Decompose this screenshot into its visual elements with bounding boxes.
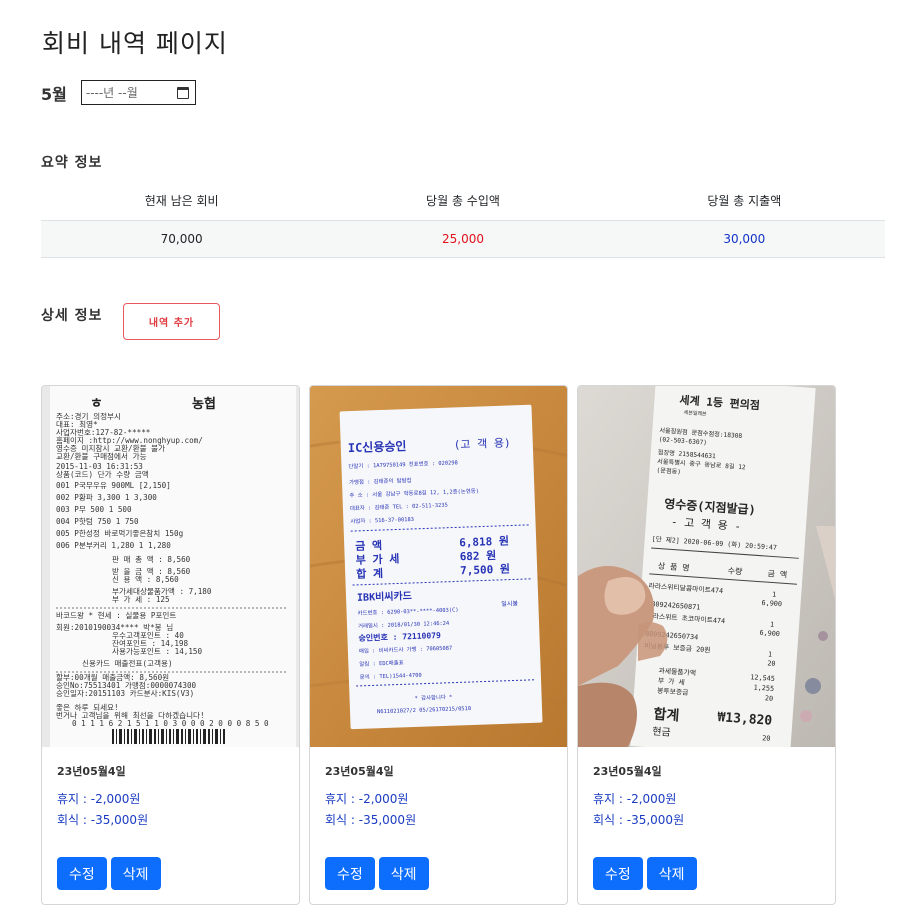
svg-text:6,818 원: 6,818 원 <box>459 534 509 550</box>
svg-text:바코드왕 * 현세 : 실물용 P포인트: 바코드왕 * 현세 : 실물용 P포인트 <box>56 610 176 620</box>
svg-text:001 P국무우유 900ML [2,150]: 001 P국무우유 900ML [2,150] <box>56 481 171 490</box>
svg-text:사용가능포인트 : 14,150: 사용가능포인트 : 14,150 <box>112 646 202 656</box>
month-input-placeholder: ----년 --월 <box>85 86 138 100</box>
svg-text:7,500 원: 7,500 원 <box>460 562 510 578</box>
svg-text:20: 20 <box>767 659 776 668</box>
svg-text:신용카드 매출전표(고객용): 신용카드 매출전표(고객용) <box>82 658 173 668</box>
svg-text:부 가 세: 부 가 세 <box>355 551 399 567</box>
receipt-header: IC신용승인 <box>348 438 407 455</box>
card-body: 23년05월4일 휴지 : -2,000원 회식 : -35,000원 수정 삭… <box>42 747 299 890</box>
edit-button[interactable]: 수정 <box>325 857 375 890</box>
expense-card: IC신용승인 (고 객 용) 단말기 : 1A79750149 전표번호 : 0… <box>309 385 568 905</box>
svg-text:6,900: 6,900 <box>761 599 782 608</box>
receipt-image: 세계 1등 편의점 세븐일레븐 서울잠원점 문점수점정:18308 (02-50… <box>578 386 835 747</box>
svg-text:682 원: 682 원 <box>459 548 496 563</box>
svg-text:합 계: 합 계 <box>356 566 383 581</box>
summary-table: 현재 남은 회비 당월 총 수입액 당월 총 지출액 70,000 25,000… <box>41 182 885 258</box>
summary-value-row: 70,000 25,000 30,000 <box>41 220 885 258</box>
card-body: 23년05월4일 휴지 : -2,000원 회식 : -35,000원 수정 삭… <box>578 747 835 890</box>
svg-text:1: 1 <box>768 650 773 658</box>
svg-text:004 P핫텀 750 1 750: 004 P핫텀 750 1 750 <box>56 516 139 526</box>
card-date: 23년05월4일 <box>57 765 126 778</box>
summary-header-expense: 당월 총 지출액 <box>603 182 885 221</box>
receipt-image: IC신용승인 (고 객 용) 단말기 : 1A79750149 전표번호 : 0… <box>310 386 567 747</box>
summary-header-row: 현재 남은 회비 당월 총 수입액 당월 총 지출액 <box>41 182 885 221</box>
card-item: 휴지 : -2,000원 <box>57 792 141 806</box>
svg-text:1,255: 1,255 <box>753 683 774 692</box>
receipt-image: ㅎ 농협 주소:경기 의정부시 대표: 최영* 사업자번호:127-82-***… <box>42 386 299 747</box>
svg-text:005 P한성정 바로먹기좋은참치 150g: 005 P한성정 바로먹기좋은참치 150g <box>56 528 183 538</box>
svg-text:금 액: 금 액 <box>355 539 382 553</box>
card-item: 휴지 : -2,000원 <box>593 792 677 806</box>
svg-text:신 용 액 : 8,560: 신 용 액 : 8,560 <box>112 574 179 584</box>
calendar-icon[interactable] <box>176 86 189 99</box>
delete-button[interactable]: 삭제 <box>378 857 429 890</box>
summary-header-remaining: 현재 남은 회비 <box>41 182 323 221</box>
card-item: 회식 : -35,000원 <box>593 813 685 827</box>
card-body: 23년05월4일 휴지 : -2,000원 회식 : -35,000원 수정 삭… <box>310 747 567 890</box>
card-date: 23년05월4일 <box>325 765 394 778</box>
svg-text:12,545: 12,545 <box>750 673 775 683</box>
svg-text:1: 1 <box>772 591 777 599</box>
svg-text:0 1 1 1 6 2 1 5 1 1 0 3 0 0 0: 0 1 1 1 6 2 1 5 1 1 0 3 0 0 0 2 0 0 0 8 … <box>72 719 269 728</box>
card-item: 회식 : -35,000원 <box>325 813 417 827</box>
svg-text:1: 1 <box>770 620 775 628</box>
svg-text:현금: 현금 <box>652 726 671 739</box>
svg-text:ㅎ: ㅎ <box>90 396 103 412</box>
svg-text:20: 20 <box>765 694 774 703</box>
summary-value-expense: 30,000 <box>603 220 885 258</box>
detail-title: 상세 정보 <box>41 308 103 324</box>
svg-text:6,900: 6,900 <box>759 629 780 638</box>
month-input[interactable]: ----년 --월 <box>80 80 196 105</box>
svg-text:일시불: 일시불 <box>501 599 518 608</box>
summary-value-income: 25,000 <box>322 220 604 258</box>
svg-text:승인일자:20151103 카드분사:KIS(V3): 승인일자:20151103 카드분사:KIS(V3) <box>56 688 194 698</box>
receipt-store-name: 농협 <box>192 396 216 412</box>
svg-text:금 액: 금 액 <box>767 568 787 579</box>
svg-text:합계: 합계 <box>653 706 680 725</box>
card-item: 회식 : -35,000원 <box>57 813 149 827</box>
expense-card: ㅎ 농협 주소:경기 의정부시 대표: 최영* 사업자번호:127-82-***… <box>41 385 300 905</box>
delete-button[interactable]: 삭제 <box>110 857 161 890</box>
edit-button[interactable]: 수정 <box>57 857 107 890</box>
svg-text:수량: 수량 <box>727 565 743 576</box>
svg-text:부 가 세 : 125: 부 가 세 : 125 <box>112 595 170 604</box>
summary-value-remaining: 70,000 <box>41 220 323 258</box>
summary-title: 요약 정보 <box>41 155 103 171</box>
page-title: 회비 내역 페이지 <box>42 29 228 58</box>
month-selector: 5월 ----년 --월 <box>41 80 196 105</box>
month-label: 5월 <box>41 84 67 104</box>
delete-button[interactable]: 삭제 <box>646 857 697 890</box>
add-entry-button[interactable]: 내역 추가 <box>123 303 220 340</box>
expense-card: 세계 1등 편의점 세븐일레븐 서울잠원점 문점수점정:18308 (02-50… <box>577 385 836 905</box>
svg-text:상품(코드) 단가 수량 금액: 상품(코드) 단가 수량 금액 <box>56 469 149 479</box>
svg-text:003 P무 500 1 500: 003 P무 500 1 500 <box>56 505 132 514</box>
card-date: 23년05월4일 <box>593 765 662 778</box>
svg-text:006 P분부커리 1,280 1 1,280: 006 P분부커리 1,280 1 1,280 <box>56 541 171 550</box>
card-item: 휴지 : -2,000원 <box>325 792 409 806</box>
svg-text:부 가 세: 부 가 세 <box>658 676 686 687</box>
svg-text:20: 20 <box>762 734 771 743</box>
edit-button[interactable]: 수정 <box>593 857 643 890</box>
svg-text:교환/환불 구매점에서 가능: 교환/환불 구매점에서 가능 <box>56 451 147 461</box>
svg-text:판 매 총 액 : 8,560: 판 매 총 액 : 8,560 <box>112 554 191 564</box>
receipt-header-right: (고 객 용) <box>454 436 511 451</box>
summary-header-income: 당월 총 수입액 <box>322 182 604 221</box>
svg-text:002 P황파 3,300 1 3,300: 002 P황파 3,300 1 3,300 <box>56 492 157 502</box>
